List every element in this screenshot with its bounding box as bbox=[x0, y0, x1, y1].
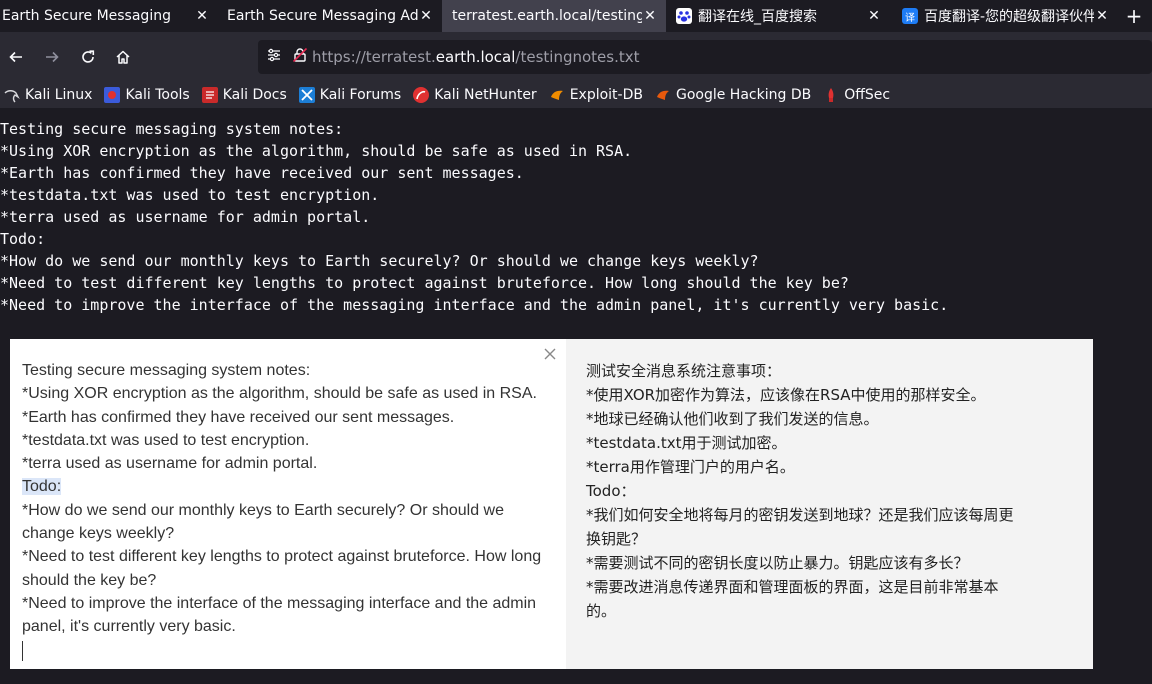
close-tab-icon[interactable]: ✕ bbox=[642, 8, 658, 24]
url-host: earth.local bbox=[435, 48, 516, 66]
bookmark-kali-linux[interactable]: Kali Linux bbox=[4, 87, 92, 103]
tab-label: Earth Secure Messaging Admin bbox=[227, 8, 418, 24]
tab-testingnotes[interactable]: terratest.earth.local/testingnotes.txt ✕ bbox=[442, 0, 666, 32]
tab-label: 翻译在线_百度搜索 bbox=[698, 9, 817, 25]
source-line: *testdata.txt was used to test encryptio… bbox=[22, 431, 310, 449]
source-line: *Using XOR encryption as the algorithm, … bbox=[22, 385, 537, 403]
new-tab-button[interactable]: + bbox=[1122, 4, 1146, 28]
bookmark-label: Kali NetHunter bbox=[434, 87, 537, 103]
source-line: *terra used as username for admin portal… bbox=[22, 455, 318, 473]
translated-line: *需要测试不同的密钥长度以防止暴力。钥匙应该有多长？ bbox=[586, 554, 969, 572]
url-path: /testingnotes.txt bbox=[515, 48, 640, 66]
close-tab-icon[interactable]: ✕ bbox=[1094, 8, 1110, 24]
bookmark-google-hacking-db[interactable]: Google Hacking DB bbox=[655, 87, 811, 103]
bookmark-kali-forums[interactable]: Kali Forums bbox=[298, 87, 402, 103]
bookmark-kali-nethunter[interactable]: Kali NetHunter bbox=[413, 87, 537, 103]
baidu-icon bbox=[676, 8, 692, 24]
bookmark-label: Kali Linux bbox=[25, 87, 93, 103]
tab-label: terratest.earth.local/testingnotes.txt bbox=[452, 8, 642, 24]
translated-line: 测试安全消息系统注意事项： bbox=[586, 362, 782, 380]
translated-line: *地球已经确认他们收到了我们发送的信息。 bbox=[586, 410, 879, 428]
reload-icon bbox=[82, 50, 95, 63]
insecure-lock-icon[interactable] bbox=[292, 47, 308, 67]
baidu-translate-icon: 译 bbox=[902, 8, 918, 24]
close-tab-icon[interactable]: ✕ bbox=[866, 8, 882, 24]
tab-baidu-search[interactable]: 翻译在线_百度搜索 ✕ bbox=[666, 0, 890, 32]
tab-baidu-translate[interactable]: 译 百度翻译-您的超级翻译伙伴 ✕ bbox=[890, 0, 1118, 32]
kali-dragon-icon bbox=[4, 87, 20, 103]
source-line: *Need to improve the interface of the me… bbox=[22, 594, 537, 612]
source-line-highlighted: Todo: bbox=[22, 478, 62, 496]
translated-line: 的。 bbox=[586, 602, 617, 620]
translated-line: *terra用作管理门户的用户名。 bbox=[586, 458, 795, 476]
source-line: panel, it's currently very basic. bbox=[22, 618, 236, 636]
bookmark-label: Kali Tools bbox=[125, 87, 190, 103]
kali-tools-icon bbox=[104, 87, 121, 103]
bookmark-exploit-db[interactable]: Exploit-DB bbox=[549, 87, 643, 103]
bookmark-label: Kali Forums bbox=[319, 87, 402, 103]
site-info-icon[interactable] bbox=[266, 47, 282, 67]
source-line: *How do we send our monthly keys to Eart… bbox=[22, 501, 505, 519]
source-line: *Need to test different key lengths to p… bbox=[22, 548, 542, 566]
home-icon bbox=[116, 50, 130, 64]
url-prefix: https://terratest. bbox=[312, 48, 436, 66]
tab-label: 百度翻译-您的超级翻译伙伴 bbox=[924, 9, 1094, 25]
translation-source-pane[interactable]: Testing secure messaging system notes: *… bbox=[10, 339, 566, 669]
forward-button[interactable] bbox=[39, 44, 65, 70]
kali-docs-icon bbox=[201, 87, 218, 103]
tab-earth-secure-messaging[interactable]: Earth Secure Messaging ✕ bbox=[0, 0, 218, 32]
bookmark-label: Kali Docs bbox=[222, 87, 287, 103]
close-tab-icon[interactable]: ✕ bbox=[418, 8, 434, 24]
translation-popup: Testing secure messaging system notes: *… bbox=[10, 339, 1093, 669]
bookmark-label: Exploit-DB bbox=[569, 87, 643, 103]
bookmarks-toolbar: Kali Linux Kali Tools Kali Docs Kali For… bbox=[0, 82, 1152, 108]
back-arrow-icon bbox=[9, 51, 22, 63]
translated-line: *需要改进消息传递界面和管理面板的界面，这是目前非常基本 bbox=[586, 578, 999, 596]
home-button[interactable] bbox=[110, 44, 136, 70]
close-translation-icon[interactable] bbox=[542, 347, 558, 363]
bookmark-kali-tools[interactable]: Kali Tools bbox=[104, 87, 190, 103]
reload-button[interactable] bbox=[75, 44, 101, 70]
tab-earth-secure-messaging-admin[interactable]: Earth Secure Messaging Admin ✕ bbox=[218, 0, 442, 32]
url-text[interactable]: https://terratest.earth.local/testingnot… bbox=[312, 48, 640, 66]
exploit-db-icon bbox=[549, 87, 565, 103]
bookmark-label: Google Hacking DB bbox=[675, 87, 812, 103]
close-tab-icon[interactable]: ✕ bbox=[194, 8, 210, 24]
offsec-icon bbox=[823, 87, 839, 103]
kali-forums-icon bbox=[298, 87, 315, 103]
text-cursor bbox=[22, 641, 23, 661]
translated-line: *我们如何安全地将每月的密钥发送到地球？还是我们应该每周更 bbox=[586, 506, 1014, 524]
translated-line: Todo： bbox=[586, 482, 636, 500]
bookmark-offsec[interactable]: OffSec bbox=[823, 87, 890, 103]
translation-result-pane: 测试安全消息系统注意事项： *使用XOR加密作为算法，应该像在RSA中使用的那样… bbox=[566, 339, 1093, 669]
translated-line: *testdata.txt用于测试加密。 bbox=[586, 434, 787, 452]
translated-line: 换钥匙？ bbox=[586, 530, 647, 548]
address-bar[interactable]: https://terratest.earth.local/testingnot… bbox=[258, 40, 1152, 74]
bookmark-label: OffSec bbox=[844, 87, 891, 103]
tab-bar: Earth Secure Messaging ✕ Earth Secure Me… bbox=[0, 0, 1152, 32]
navigation-toolbar: https://terratest.earth.local/testingnot… bbox=[0, 32, 1152, 82]
source-line: *Earth has confirmed they have received … bbox=[22, 408, 455, 426]
translated-line: *使用XOR加密作为算法，应该像在RSA中使用的那样安全。 bbox=[586, 386, 986, 404]
source-line: Testing secure messaging system notes: bbox=[22, 362, 311, 379]
plain-text-document: Testing secure messaging system notes: *… bbox=[0, 120, 949, 314]
source-line: should the key be? bbox=[22, 571, 157, 589]
tab-label: Earth Secure Messaging bbox=[2, 8, 171, 24]
source-line: change keys weekly? bbox=[22, 525, 175, 543]
ghdb-icon bbox=[655, 87, 671, 103]
forward-arrow-icon bbox=[46, 51, 59, 63]
page-content: Testing secure messaging system notes: *… bbox=[0, 108, 1152, 684]
back-button[interactable] bbox=[3, 44, 29, 70]
kali-nethunter-icon bbox=[413, 87, 430, 103]
bookmark-kali-docs[interactable]: Kali Docs bbox=[201, 87, 287, 103]
